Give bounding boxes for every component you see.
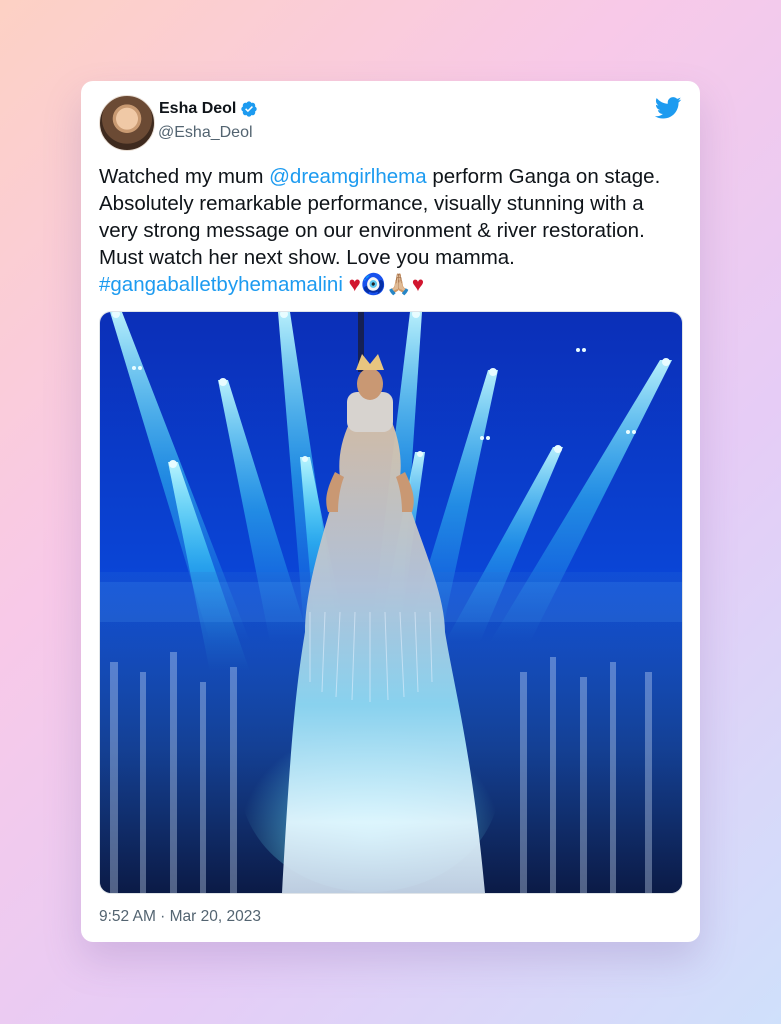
tweet-timestamp[interactable]: 9:52 AM · Mar 20, 2023 — [99, 908, 261, 926]
twitter-bird-icon[interactable] — [655, 97, 682, 119]
stage-performance-photo — [100, 312, 682, 893]
hashtag-link[interactable]: #gangaballetbyhemamalini — [99, 273, 343, 296]
mention-link[interactable]: @dreamgirlhema — [269, 165, 427, 188]
heart-emoji: ♥ — [348, 273, 361, 296]
heart-emoji: ♥ — [411, 273, 424, 296]
nazar-amulet-emoji: 🧿 — [360, 273, 387, 296]
author-name[interactable]: Esha Deol — [159, 100, 236, 118]
author-handle[interactable]: @Esha_Deol — [158, 124, 253, 142]
tweet-text-part: Watched my mum — [99, 165, 270, 188]
verified-badge-icon — [241, 101, 258, 117]
author-name-row: Esha Deol — [159, 100, 258, 118]
folded-hands-emoji: 🙏🏼 — [386, 273, 412, 296]
tweet-photo[interactable] — [99, 311, 683, 894]
tweet-text: Watched my mum @dreamgirlhema perform Ga… — [99, 163, 685, 298]
avatar[interactable] — [99, 95, 155, 151]
tweet-card: Esha Deol @Esha_Deol Watched my mum @dre… — [81, 81, 700, 942]
